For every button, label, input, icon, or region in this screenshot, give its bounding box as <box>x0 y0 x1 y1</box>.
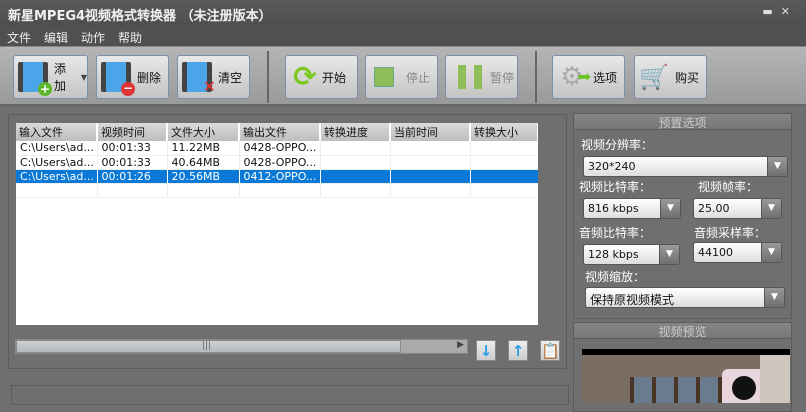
cell: 20.56MB <box>167 169 240 184</box>
refresh-icon: ⟳ <box>293 60 317 93</box>
delete-button[interactable]: − 删除 <box>96 55 169 99</box>
file-table[interactable]: 输入文件 视频时间 文件大小 输出文件 转换进度 当前时间 转换大小 C:\Users\ad… <box>16 123 538 325</box>
gear-icon: ⚙ ➡ <box>560 62 591 92</box>
audio-bitrate-select[interactable]: 128 kbps ▼ <box>583 244 680 265</box>
move-down-button[interactable]: ↓ <box>476 340 496 361</box>
cell: C:\Users\ad... <box>16 141 98 156</box>
cell: 0428-OPPO... <box>239 141 321 156</box>
clipboard-icon: 📋 <box>541 342 560 360</box>
chevron-down-icon: ▼ <box>659 245 679 264</box>
options-button[interactable]: ⚙ ➡ 选项 <box>552 55 625 99</box>
cell <box>320 155 391 170</box>
table-row[interactable]: C:\Users\ad... 00:01:33 11.22MB 0428-OPPO..… <box>16 141 538 156</box>
arrow-up-icon: ↑ <box>511 342 525 360</box>
samplerate-label: 音频采样率： <box>694 226 767 240</box>
chevron-down-icon: ▼ <box>767 157 787 176</box>
film-clear-icon: ✕ <box>182 62 216 96</box>
scale-label: 视频缩放： <box>585 270 646 284</box>
pause-button[interactable]: 暂停 <box>445 55 518 99</box>
fps-label: 视频帧率： <box>698 180 759 194</box>
stop-button[interactable]: 停止 <box>365 55 438 99</box>
panel-title: 视频预览 <box>574 323 791 339</box>
title-bar: 新星MPEG4视频格式转换器 （未注册版本） <box>0 0 806 26</box>
film-add-icon: + <box>18 62 52 96</box>
menu-edit[interactable]: 编辑 <box>37 26 74 46</box>
chevron-down-icon: ▼ <box>761 199 781 218</box>
video-bitrate-label: 视频比特率： <box>579 180 652 194</box>
video-bitrate-select[interactable]: 816 kbps ▼ <box>583 198 681 219</box>
cell <box>320 141 391 156</box>
toolbar: + 添加 ▼ − 删除 ✕ 清空 ⟳ 开始 停止 暂停 ⚙ ➡ 选项 🛒 购买 <box>0 46 806 106</box>
stop-icon <box>374 67 394 87</box>
menu-action[interactable]: 动作 <box>74 26 111 46</box>
cell <box>470 169 538 184</box>
cell: 00:01:26 <box>97 169 168 184</box>
table-row[interactable]: C:\Users\ad... 00:01:33 40.64MB 0428-OPPO..… <box>16 155 538 170</box>
buy-button[interactable]: 🛒 购买 <box>634 55 707 99</box>
clear-button[interactable]: ✕ 清空 <box>177 55 250 99</box>
menu-help[interactable]: 帮助 <box>111 26 148 46</box>
menu-file[interactable]: 文件 <box>0 26 37 46</box>
column-header[interactable]: 输入文件 <box>16 123 98 141</box>
window-title: 新星MPEG4视频格式转换器 （未注册版本） <box>8 9 272 24</box>
film-remove-icon: − <box>101 62 135 96</box>
preset-options-panel: 预置选项 视频分辨率： 320*240 ▼ 视频比特率： 视频帧率： 816 kb… <box>573 113 792 319</box>
menu-bar: 文件 编辑 动作 帮助 <box>0 26 806 46</box>
scrollbar-thumb[interactable]: ||| <box>16 340 401 353</box>
column-header[interactable]: 转换大小 <box>470 123 538 141</box>
cell: 40.64MB <box>167 155 240 170</box>
move-up-button[interactable]: ↑ <box>508 340 528 361</box>
samplerate-select[interactable]: 44100 ▼ <box>693 242 782 263</box>
shopping-cart-icon: 🛒 <box>639 63 669 91</box>
cell: 0412-OPPO... <box>239 169 321 184</box>
paste-button[interactable]: 📋 <box>540 340 560 361</box>
audio-bitrate-label: 音频比特率： <box>579 226 652 240</box>
fps-select[interactable]: 25.00 ▼ <box>693 198 782 219</box>
arrow-down-icon: ↓ <box>479 342 493 360</box>
toolbar-separator <box>267 51 269 103</box>
column-header[interactable]: 输出文件 <box>239 123 321 141</box>
window-controls[interactable]: ▬✕ <box>762 5 798 18</box>
cell <box>470 155 538 170</box>
resolution-select[interactable]: 320*240 ▼ <box>583 156 788 177</box>
column-header[interactable]: 视频时间 <box>97 123 168 141</box>
cell: C:\Users\ad... <box>16 169 98 184</box>
table-row-empty <box>16 183 538 198</box>
bottom-panel <box>11 385 569 405</box>
dropdown-arrow-icon[interactable]: ▼ <box>81 73 87 82</box>
close-button[interactable]: ✕ <box>781 5 798 18</box>
scroll-right-icon[interactable]: ▶ <box>457 340 464 350</box>
cell: C:\Users\ad... <box>16 155 98 170</box>
cell <box>320 169 391 184</box>
minimize-button[interactable]: ▬ <box>762 5 780 18</box>
cell <box>390 155 471 170</box>
cell <box>390 141 471 156</box>
cell <box>470 141 538 156</box>
column-header[interactable]: 转换进度 <box>320 123 391 141</box>
cell: 0428-OPPO... <box>239 155 321 170</box>
start-button[interactable]: ⟳ 开始 <box>285 55 358 99</box>
cell: 00:01:33 <box>97 155 168 170</box>
chevron-down-icon: ▼ <box>660 199 680 218</box>
chevron-down-icon: ▼ <box>761 243 781 262</box>
chevron-down-icon: ▼ <box>764 288 784 307</box>
video-preview-image <box>582 349 790 403</box>
cell: 11.22MB <box>167 141 240 156</box>
add-button[interactable]: + 添加 ▼ <box>13 55 88 99</box>
table-row-selected[interactable]: C:\Users\ad... 00:01:26 20.56MB 0412-OPPO..… <box>16 169 538 184</box>
cell <box>390 169 471 184</box>
column-header[interactable]: 当前时间 <box>390 123 471 141</box>
toolbar-separator <box>535 51 537 103</box>
resolution-label: 视频分辨率： <box>581 138 654 152</box>
column-header[interactable]: 文件大小 <box>167 123 240 141</box>
scale-select[interactable]: 保持原视频模式 ▼ <box>585 287 785 308</box>
pause-icon <box>458 65 482 89</box>
panel-title: 预置选项 <box>574 114 791 130</box>
cell: 00:01:33 <box>97 141 168 156</box>
